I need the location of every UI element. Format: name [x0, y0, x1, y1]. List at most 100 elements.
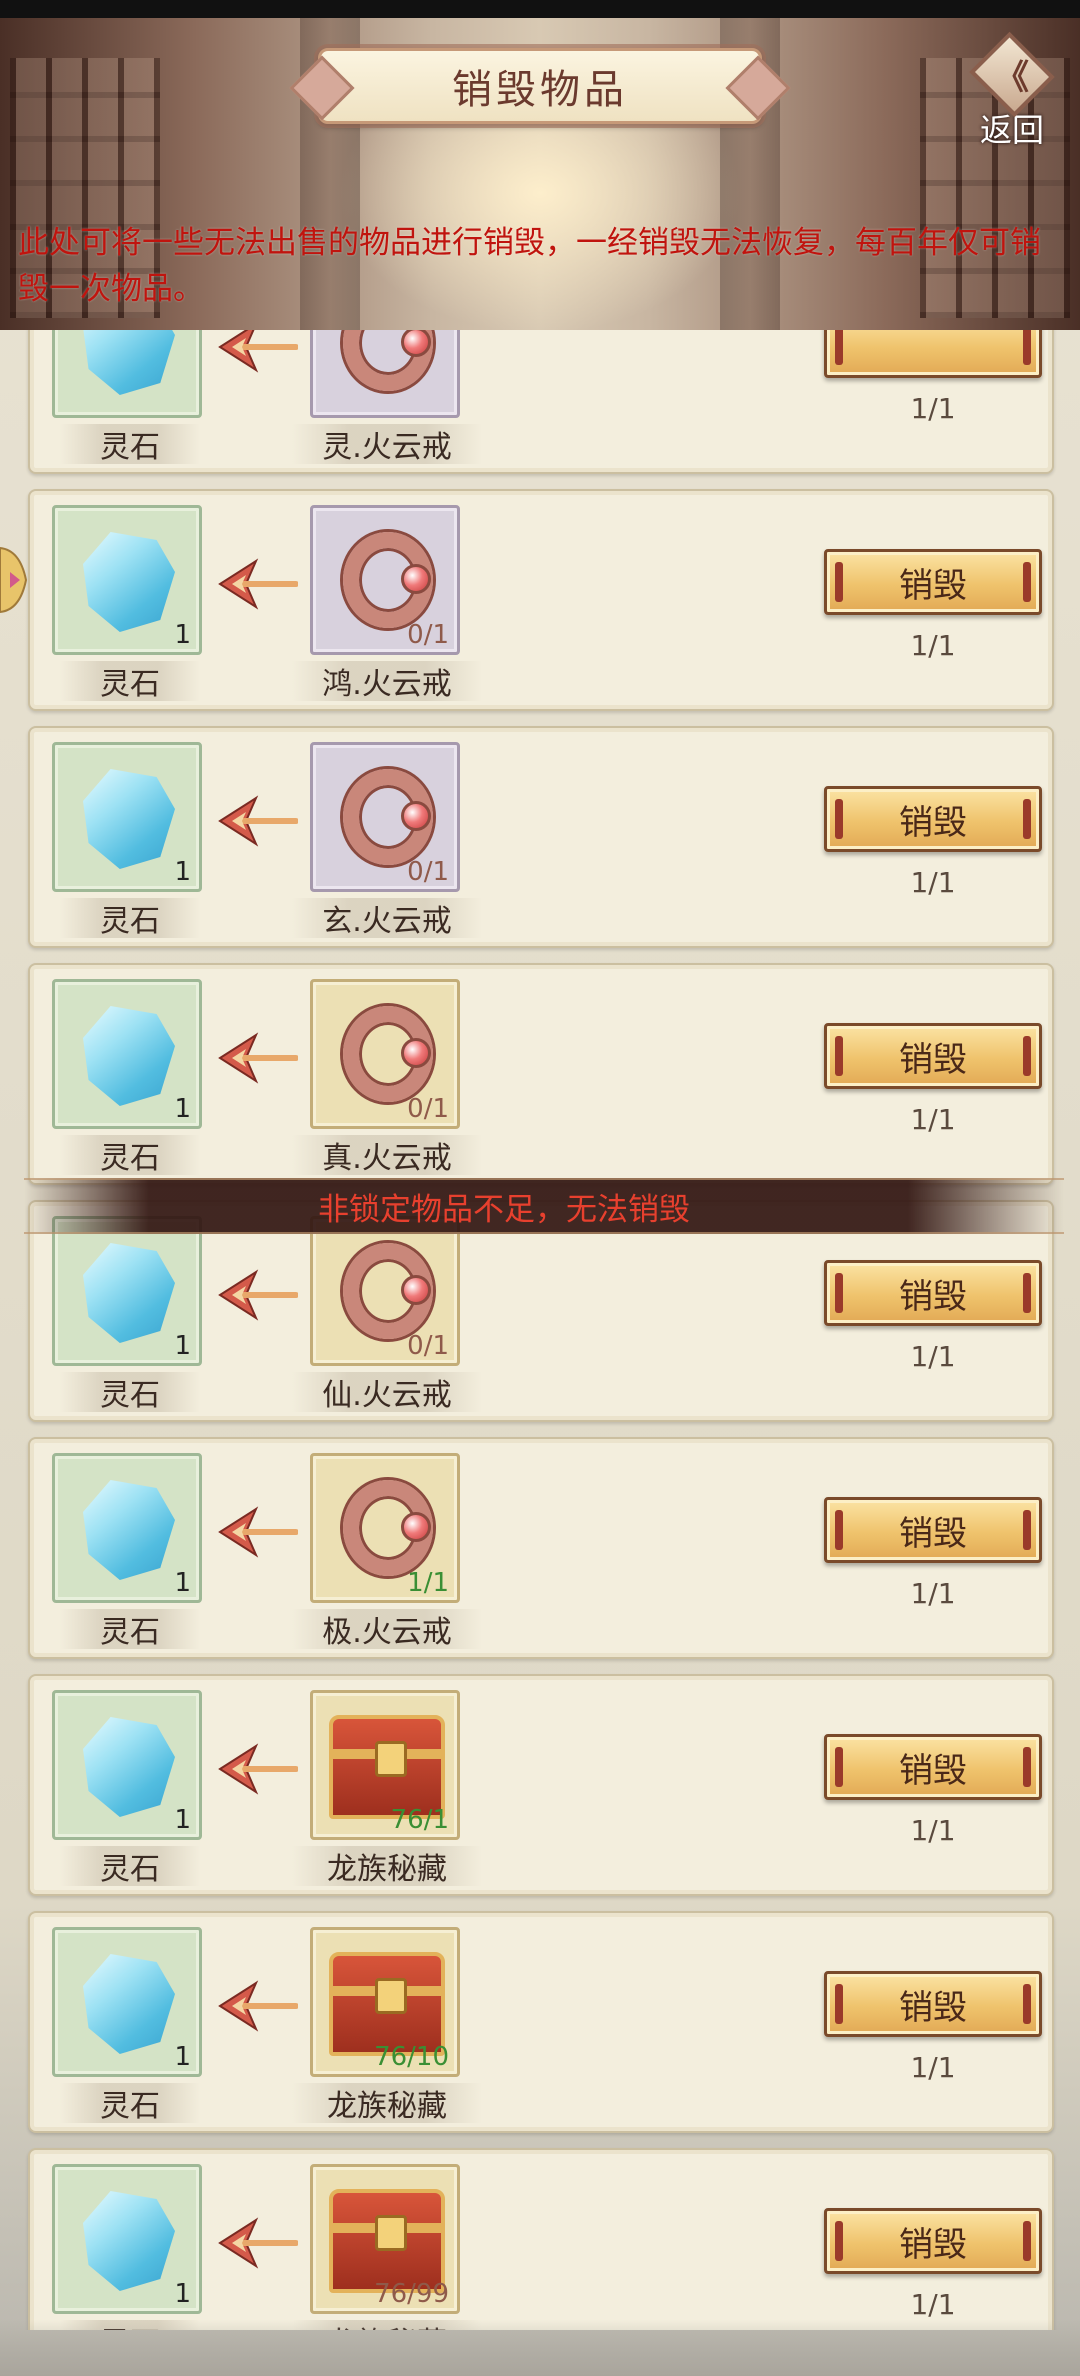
spirit-stone-slot[interactable]: 1	[52, 2164, 202, 2314]
destroy-button[interactable]: 销毁	[824, 549, 1042, 615]
item-label: 灵.火云戒	[292, 424, 482, 465]
destroy-button[interactable]: 销毁	[824, 1734, 1042, 1800]
destroy-button[interactable]: 销毁	[824, 2208, 1042, 2274]
item-row: 1 灵石 0/1 真.火云戒 销毁 1/1	[28, 963, 1054, 1185]
convert-arrow-icon	[218, 795, 298, 847]
treasure-chest-icon	[329, 2189, 445, 2293]
stone-label: 灵石	[60, 1372, 200, 1413]
target-item-slot[interactable]: 0/1	[310, 505, 460, 655]
ring-gem-icon	[401, 1275, 431, 1305]
stone-count: 1	[174, 620, 191, 650]
treasure-chest-icon	[329, 1952, 445, 2056]
stone-label: 灵石	[60, 661, 200, 702]
destroy-button[interactable]: 销毁	[824, 1971, 1042, 2037]
destroy-button-label: 销毁	[899, 2224, 967, 2265]
stone-count: 1	[174, 2279, 191, 2309]
destroy-button-label: 销毁	[899, 1750, 967, 1791]
destroy-button-label: 销毁	[899, 802, 967, 843]
target-item-slot[interactable]: 0/1	[310, 979, 460, 1129]
convert-arrow-icon	[218, 2217, 298, 2269]
stone-label: 灵石	[60, 424, 200, 465]
error-toast: 非锁定物品不足，无法销毁	[24, 1178, 1064, 1234]
item-count: 0/1	[407, 620, 449, 650]
destroy-progress: 1/1	[910, 629, 956, 662]
target-item-slot[interactable]: 1/1	[310, 1453, 460, 1603]
back-button[interactable]: 《 返回	[962, 31, 1062, 149]
ring-gem-icon	[401, 564, 431, 594]
ring-gem-icon	[401, 1512, 431, 1542]
convert-arrow-icon	[218, 1506, 298, 1558]
item-count: 1/1	[407, 1568, 449, 1598]
destroy-button[interactable]: 销毁	[824, 786, 1042, 852]
destroy-button[interactable]: 销毁	[824, 1023, 1042, 1089]
treasure-chest-icon	[329, 1715, 445, 1819]
spirit-stone-slot[interactable]: 1	[52, 1690, 202, 1840]
target-item-slot[interactable]: 76/10	[310, 1927, 460, 2077]
item-row: 灵石 灵.火云戒 1/1	[28, 330, 1054, 474]
stone-label: 灵石	[60, 1135, 200, 1176]
target-item-slot[interactable]: 76/1	[310, 1690, 460, 1840]
target-item-slot[interactable]: 76/99	[310, 2164, 460, 2314]
destroy-button[interactable]: 销毁	[824, 1260, 1042, 1326]
spirit-stone-slot[interactable]: 1	[52, 505, 202, 655]
stone-count: 1	[174, 2042, 191, 2072]
item-row: 1 灵石 76/99 龙族秘藏 销毁 1/1	[28, 2148, 1054, 2330]
destroy-button[interactable]: 销毁	[824, 1497, 1042, 1563]
item-label: 真.火云戒	[292, 1135, 482, 1176]
ring-icon	[343, 1006, 433, 1102]
spirit-stone-icon	[83, 1717, 175, 1817]
item-count: 76/1	[390, 1805, 449, 1835]
item-count: 0/1	[407, 1331, 449, 1361]
item-row: 1 灵石 1/1 极.火云戒 销毁 1/1	[28, 1437, 1054, 1659]
destroy-button-label: 销毁	[899, 565, 967, 606]
destroy-button-label: 销毁	[899, 1987, 967, 2028]
stone-label: 灵石	[60, 1609, 200, 1650]
stone-label: 灵石	[60, 2083, 200, 2124]
target-item-slot[interactable]: 0/1	[310, 1216, 460, 1366]
spirit-stone-slot[interactable]: 1	[52, 1216, 202, 1366]
destroy-item-list[interactable]: 灵石 灵.火云戒 1/1 1 灵石 0/1 鸿.火云戒 销毁 1/1 1 灵石 …	[0, 330, 1080, 2330]
spirit-stone-slot[interactable]: 1	[52, 1927, 202, 2077]
item-label: 龙族秘藏	[292, 1846, 482, 1887]
destroy-notice: 此处可将一些无法出售的物品进行销毁，一经销毁无法恢复，每百年仅可销毁一次物品。	[18, 225, 1041, 307]
convert-arrow-icon	[218, 558, 298, 610]
item-label: 极.火云戒	[292, 1609, 482, 1650]
stone-label: 灵石	[60, 1846, 200, 1887]
stone-count: 1	[174, 1331, 191, 1361]
status-bar	[0, 0, 1080, 18]
item-count: 0/1	[407, 1094, 449, 1124]
spirit-stone-icon	[83, 1006, 175, 1106]
spirit-stone-icon	[83, 2191, 175, 2291]
item-row: 1 灵石 0/1 玄.火云戒 销毁 1/1	[28, 726, 1054, 948]
spirit-stone-slot[interactable]: 1	[52, 979, 202, 1129]
destroy-button[interactable]	[824, 330, 1042, 378]
page-title: 销毁物品	[452, 67, 628, 113]
item-label: 玄.火云戒	[292, 898, 482, 939]
spirit-stone-slot[interactable]: 1	[52, 1453, 202, 1603]
destroy-progress: 1/1	[910, 1103, 956, 1136]
convert-arrow-icon	[218, 330, 298, 373]
back-arrow-glyph: 《	[995, 58, 1029, 98]
destroy-button-label: 销毁	[899, 1513, 967, 1554]
item-count: 0/1	[407, 857, 449, 887]
target-item-slot[interactable]: 0/1	[310, 742, 460, 892]
convert-arrow-icon	[218, 1980, 298, 2032]
target-item-slot[interactable]	[310, 330, 460, 418]
spirit-stone-icon	[83, 532, 175, 632]
destroy-progress: 1/1	[910, 392, 956, 425]
destroy-progress: 1/1	[910, 866, 956, 899]
title-banner: 销毁物品	[318, 48, 762, 124]
convert-arrow-icon	[218, 1743, 298, 1795]
spirit-stone-slot[interactable]	[52, 330, 202, 418]
item-label: 龙族秘藏	[292, 2083, 482, 2124]
ring-icon	[343, 769, 433, 865]
spirit-stone-icon	[83, 769, 175, 869]
ring-gem-icon	[401, 330, 431, 357]
spirit-stone-slot[interactable]: 1	[52, 742, 202, 892]
spirit-stone-icon	[83, 1954, 175, 2054]
ring-icon	[343, 1243, 433, 1339]
ring-gem-icon	[401, 1038, 431, 1068]
item-count: 76/99	[374, 2279, 449, 2309]
ring-icon	[343, 1480, 433, 1576]
side-tab-arrow-icon[interactable]	[0, 540, 36, 620]
